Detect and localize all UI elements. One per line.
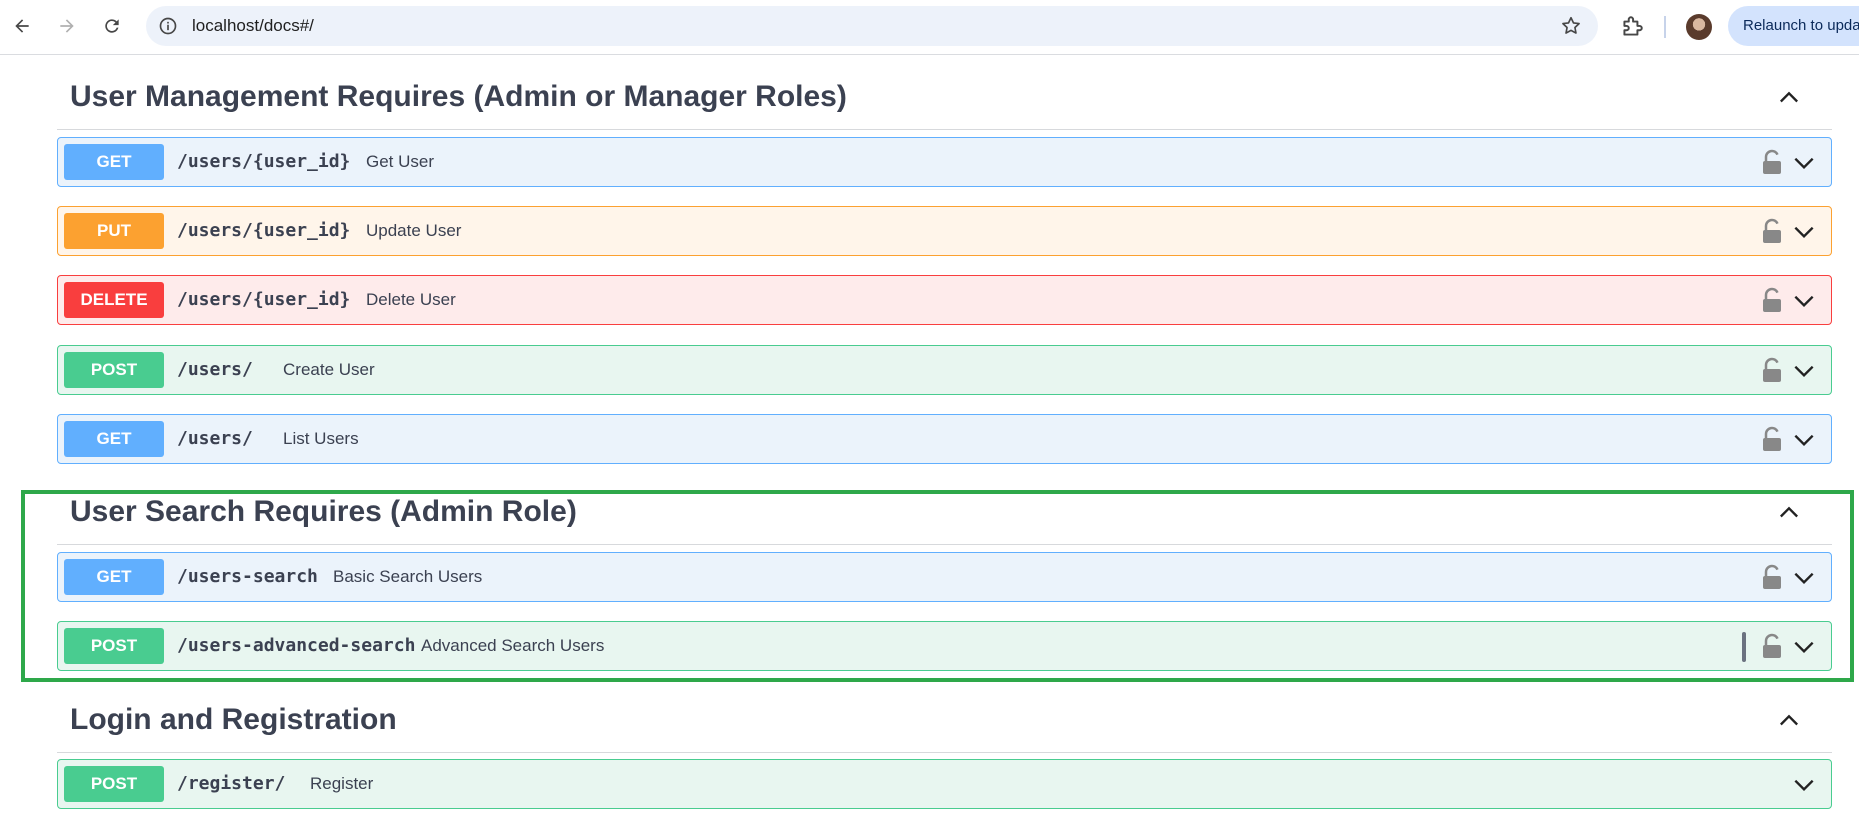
- chevron-down-icon[interactable]: [1791, 358, 1817, 384]
- chevron-down-icon[interactable]: [1791, 427, 1817, 453]
- lock-icon[interactable]: [1761, 287, 1783, 313]
- chevron-down-icon[interactable]: [1791, 772, 1817, 798]
- relaunch-button[interactable]: Relaunch to update: [1728, 6, 1859, 46]
- chevron-down-icon[interactable]: [1791, 150, 1817, 176]
- forward-icon: [60, 19, 74, 33]
- method-badge: GET: [64, 421, 164, 457]
- operation-create-user[interactable]: POST /users/ Create User: [57, 345, 1832, 395]
- chevron-up-icon[interactable]: [1775, 84, 1803, 112]
- operation-summary: Get User: [366, 152, 435, 171]
- operation-path: /users/{user_id}: [177, 220, 351, 241]
- back-button[interactable]: [6, 10, 38, 42]
- lock-icon[interactable]: [1761, 218, 1783, 244]
- toolbar-divider: [1664, 16, 1666, 38]
- method-badge: POST: [64, 766, 164, 802]
- forward-button[interactable]: [51, 10, 83, 42]
- highlight-annotation-box: [21, 490, 1854, 682]
- operation-path: /users/: [177, 359, 253, 380]
- operation-summary: Register: [310, 774, 374, 793]
- operation-summary: Create User: [283, 360, 375, 379]
- star-icon[interactable]: [1560, 15, 1582, 37]
- avatar[interactable]: [1686, 14, 1712, 40]
- operation-get-user[interactable]: GET /users/{user_id} Get User: [57, 137, 1832, 187]
- operation-summary: Delete User: [366, 290, 456, 309]
- lock-icon[interactable]: [1761, 426, 1783, 452]
- section-user-management[interactable]: User Management Requires (Admin or Manag…: [57, 70, 1832, 130]
- chevron-down-icon[interactable]: [1791, 288, 1817, 314]
- operation-summary: Update User: [366, 221, 462, 240]
- lock-icon[interactable]: [1761, 357, 1783, 383]
- method-badge: POST: [64, 352, 164, 388]
- extensions-icon[interactable]: [1619, 14, 1645, 40]
- reload-button[interactable]: [96, 10, 128, 42]
- lock-icon[interactable]: [1761, 149, 1783, 175]
- section-title[interactable]: Login and Registration: [70, 703, 397, 737]
- url-text[interactable]: localhost/docs#/: [192, 6, 314, 46]
- browser-toolbar: localhost/docs#/ Relaunch to update: [0, 0, 1859, 55]
- section-login-registration[interactable]: Login and Registration: [57, 693, 1832, 753]
- operation-path: /register/: [177, 773, 286, 794]
- operation-path: /users/: [177, 428, 253, 449]
- reload-icon: [105, 19, 119, 33]
- section-divider: [57, 752, 1832, 753]
- back-icon: [15, 19, 29, 33]
- operation-path: /users/{user_id}: [177, 289, 351, 310]
- section-divider: [57, 129, 1832, 130]
- operation-delete-user[interactable]: DELETE /users/{user_id} Delete User: [57, 275, 1832, 325]
- method-badge: GET: [64, 144, 164, 180]
- operation-path: /users/{user_id}: [177, 151, 351, 172]
- method-badge: DELETE: [64, 282, 164, 318]
- method-badge: PUT: [64, 213, 164, 249]
- chevron-down-icon[interactable]: [1791, 219, 1817, 245]
- address-bar[interactable]: localhost/docs#/: [146, 6, 1598, 46]
- chevron-up-icon[interactable]: [1775, 707, 1803, 735]
- section-title[interactable]: User Management Requires (Admin or Manag…: [70, 80, 847, 114]
- info-icon[interactable]: [158, 16, 178, 36]
- operation-list-users[interactable]: GET /users/ List Users: [57, 414, 1832, 464]
- operation-summary: List Users: [283, 429, 359, 448]
- operation-register[interactable]: POST /register/ Register: [57, 759, 1832, 809]
- operation-update-user[interactable]: PUT /users/{user_id} Update User: [57, 206, 1832, 256]
